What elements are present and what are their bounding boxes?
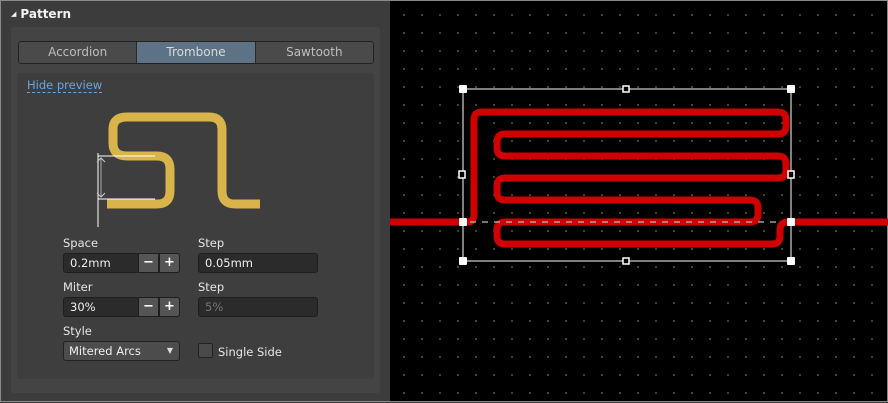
- tab-trombone[interactable]: Trombone: [137, 42, 256, 63]
- single-side-label: Single Side: [218, 345, 282, 359]
- settings-area: Hide preview Space 0.2mm − + Step 0.05mm…: [17, 73, 374, 379]
- pcb-canvas[interactable]: [390, 0, 888, 402]
- tab-sawtooth[interactable]: Sawtooth: [255, 42, 373, 63]
- collapse-triangle-icon: ◢: [11, 10, 17, 18]
- pattern-panel: ◢ Pattern Accordion Trombone Sawtooth Hid…: [0, 0, 390, 402]
- style-label: Style: [63, 324, 92, 338]
- space-step-label: Step: [198, 236, 225, 250]
- space-step-input[interactable]: 0.05mm: [198, 253, 318, 273]
- miter-input[interactable]: 30%: [63, 297, 139, 317]
- miter-step-label: Step: [198, 280, 225, 294]
- space-input[interactable]: 0.2mm: [63, 253, 139, 273]
- pattern-group: Accordion Trombone Sawtooth Hide preview…: [11, 27, 380, 393]
- section-header[interactable]: ◢ Pattern: [11, 7, 71, 21]
- preview-diagram: [96, 112, 260, 227]
- tab-accordion[interactable]: Accordion: [19, 42, 138, 63]
- style-dropdown[interactable]: Mitered Arcs ▼: [63, 341, 180, 361]
- miter-decrement-button[interactable]: −: [138, 297, 159, 317]
- pattern-tabs: Accordion Trombone Sawtooth: [18, 41, 374, 64]
- space-decrement-button[interactable]: −: [138, 253, 159, 273]
- space-increment-button[interactable]: +: [159, 253, 180, 273]
- trombone-trace: [390, 85, 888, 265]
- miter-increment-button[interactable]: +: [159, 297, 180, 317]
- miter-label: Miter: [63, 280, 93, 294]
- chevron-down-icon: ▼: [166, 346, 173, 355]
- miter-step-input: 5%: [198, 297, 318, 317]
- space-label: Space: [63, 236, 99, 250]
- single-side-checkbox[interactable]: [198, 343, 213, 358]
